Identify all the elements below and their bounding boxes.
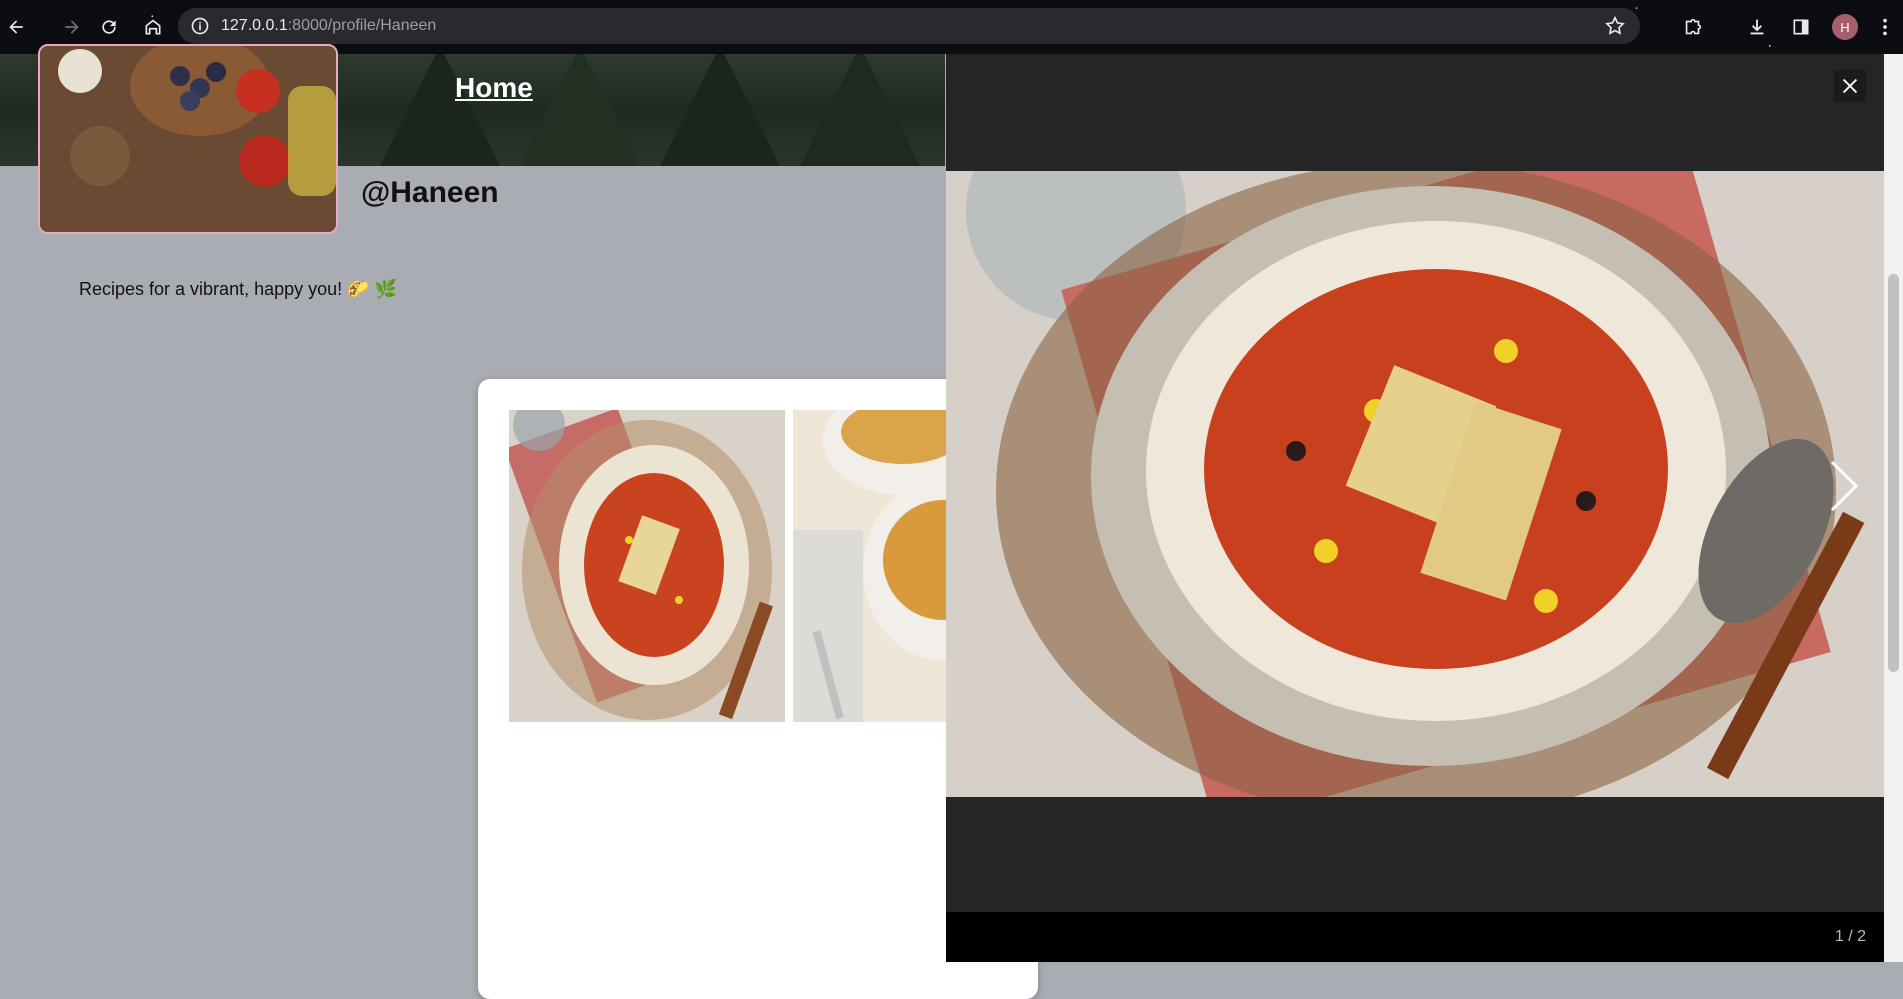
profile-picture	[38, 44, 338, 234]
lightbox-counter: 1 / 2	[1834, 928, 1866, 945]
profile-bio: Recipes for a vibrant, happy you! 🌮 🌿	[79, 279, 397, 299]
scrollbar-thumb[interactable]	[1888, 274, 1899, 672]
extensions-icon[interactable]	[1671, 16, 1715, 38]
close-icon	[1842, 78, 1858, 94]
page-scrollbar[interactable]	[1884, 54, 1903, 962]
back-button[interactable]	[0, 11, 32, 43]
avatar: H	[1832, 14, 1858, 40]
profile-button[interactable]: H	[1823, 14, 1867, 40]
reload-icon	[102, 20, 116, 34]
lightbox-footer: 1 / 2	[946, 912, 1884, 962]
lightbox-image	[946, 171, 1884, 797]
site-info-icon[interactable]	[189, 15, 211, 37]
download-icon[interactable]	[1735, 16, 1779, 38]
url-path: :8000/profile/Haneen	[287, 17, 437, 34]
home-icon	[145, 19, 161, 35]
lightbox-next-button[interactable]	[1826, 458, 1862, 514]
forward-button[interactable]	[56, 11, 88, 43]
bookmark-star-icon[interactable]	[1604, 15, 1626, 42]
arrow-right-icon	[65, 20, 79, 34]
menu-kebab-icon[interactable]	[1867, 16, 1903, 38]
url-text: 127.0.0.1:8000/profile/Haneen	[221, 17, 436, 35]
home-button[interactable]	[137, 11, 169, 43]
lightbox-close-button[interactable]	[1834, 70, 1866, 102]
reload-button[interactable]	[93, 11, 125, 43]
profile-username: @Haneen	[361, 176, 499, 209]
url-host: 127.0.0.1	[221, 17, 288, 34]
address-bar[interactable]: 127.0.0.1:8000/profile/Haneen	[178, 8, 1640, 44]
arrow-left-icon	[9, 20, 23, 34]
chevron-right-icon	[1830, 460, 1859, 512]
side-panel-icon[interactable]	[1779, 17, 1823, 37]
lightbox: 1 / 2	[946, 54, 1884, 962]
home-link[interactable]: Home	[455, 72, 533, 104]
post-thumbnail[interactable]	[509, 410, 785, 722]
